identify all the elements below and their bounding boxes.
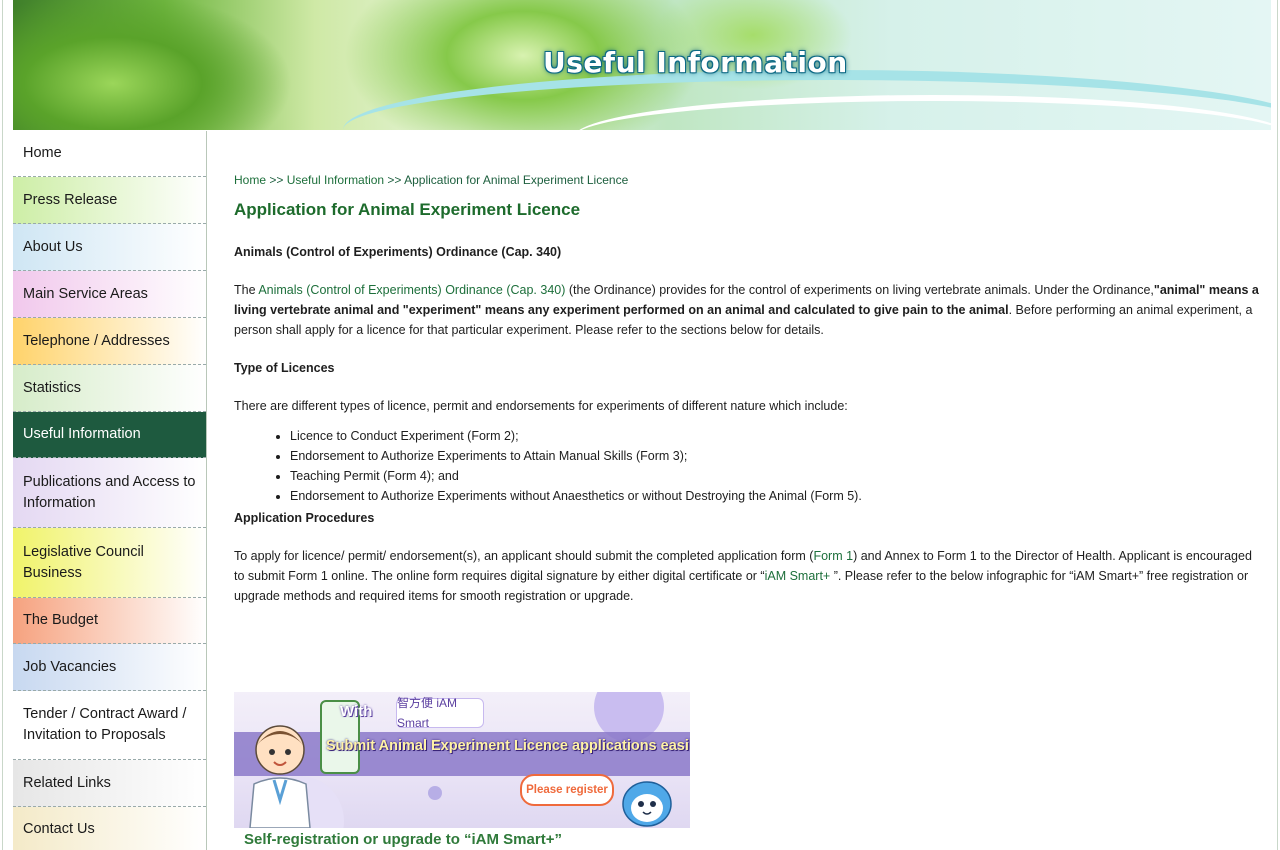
iam-smart-infographic[interactable]: With 智方便 iAM Smart Submit Animal Experim… xyxy=(234,692,690,828)
sidebar-item-main-service-areas[interactable]: Main Service Areas xyxy=(13,271,206,318)
sidebar-nav: Home Press Release About Us Main Service… xyxy=(13,131,207,850)
breadcrumb: Home >> Useful Information >> Applicatio… xyxy=(234,170,1264,188)
sidebar-item-statistics[interactable]: Statistics xyxy=(13,365,206,412)
sidebar-item-telephone-addresses[interactable]: Telephone / Addresses xyxy=(13,318,206,365)
promo-with-text: With xyxy=(340,703,373,720)
header-banner: Useful Information xyxy=(13,0,1271,130)
mascot-illustration xyxy=(622,781,672,827)
list-item: Endorsement to Authorize Experiments wit… xyxy=(290,486,1264,506)
sidebar-item-tender[interactable]: Tender / Contract Award / Invitation to … xyxy=(13,691,206,760)
types-heading: Type of Licences xyxy=(234,361,335,375)
decor-circle xyxy=(428,786,442,800)
page: Useful Information Home Press Release Ab… xyxy=(2,0,1278,850)
sidebar-item-budget[interactable]: The Budget xyxy=(13,598,206,644)
procedures-paragraph: To apply for licence/ permit/ endorsemen… xyxy=(234,546,1264,606)
infographic-footer-text: Self-registration or upgrade to “iAM Sma… xyxy=(244,831,562,848)
doctor-illustration xyxy=(249,725,311,828)
main-content: Home >> Useful Information >> Applicatio… xyxy=(234,170,1264,848)
licence-types-list: Licence to Conduct Experiment (Form 2); … xyxy=(234,426,1264,506)
breadcrumb-separator: >> xyxy=(266,173,287,187)
sidebar-item-about-us[interactable]: About Us xyxy=(13,224,206,271)
promo-headline: Submit Animal Experiment Licence applica… xyxy=(326,738,690,754)
leaf-decoration xyxy=(13,0,293,130)
sidebar-item-publications[interactable]: Publications and Access to Information xyxy=(13,458,206,528)
breadcrumb-section[interactable]: Useful Information xyxy=(287,173,384,187)
ordinance-link[interactable]: Animals (Control of Experiments) Ordinan… xyxy=(258,283,565,297)
sidebar-item-press-release[interactable]: Press Release xyxy=(13,177,206,224)
procedures-heading: Application Procedures xyxy=(234,511,375,525)
sidebar-item-home[interactable]: Home xyxy=(13,131,206,177)
iam-smart-logo: 智方便 iAM Smart xyxy=(396,696,484,730)
intro-paragraph: The Animals (Control of Experiments) Ord… xyxy=(234,280,1264,340)
intro-text: (the Ordinance) provides for the control… xyxy=(565,283,1154,297)
list-item: Endorsement to Authorize Experiments to … xyxy=(290,446,1264,466)
list-item: Licence to Conduct Experiment (Form 2); xyxy=(290,426,1264,446)
sidebar-item-legislative-council[interactable]: Legislative Council Business xyxy=(13,528,206,598)
procedures-text: To apply for licence/ permit/ endorsemen… xyxy=(234,549,814,563)
form1-link[interactable]: Form 1 xyxy=(813,549,853,563)
intro-text: The xyxy=(234,283,259,297)
iam-smart-link[interactable]: iAM Smart+ xyxy=(765,569,834,583)
sidebar-item-related-links[interactable]: Related Links xyxy=(13,760,206,807)
list-item: Teaching Permit (Form 4); and xyxy=(290,466,1264,486)
banner-title: Useful Information xyxy=(543,46,848,79)
breadcrumb-current: Application for Animal Experiment Licenc… xyxy=(404,173,629,187)
sidebar-item-contact-us[interactable]: Contact Us xyxy=(13,807,206,850)
ordinance-heading: Animals (Control of Experiments) Ordinan… xyxy=(234,245,562,259)
breadcrumb-home[interactable]: Home xyxy=(234,173,266,187)
types-intro: There are different types of licence, pe… xyxy=(234,399,848,413)
please-register-badge: Please register xyxy=(520,774,614,806)
page-title: Application for Animal Experiment Licenc… xyxy=(234,200,581,219)
breadcrumb-separator: >> xyxy=(384,173,405,187)
sidebar-item-job-vacancies[interactable]: Job Vacancies xyxy=(13,644,206,691)
sidebar-item-useful-information[interactable]: Useful Information xyxy=(13,412,206,458)
